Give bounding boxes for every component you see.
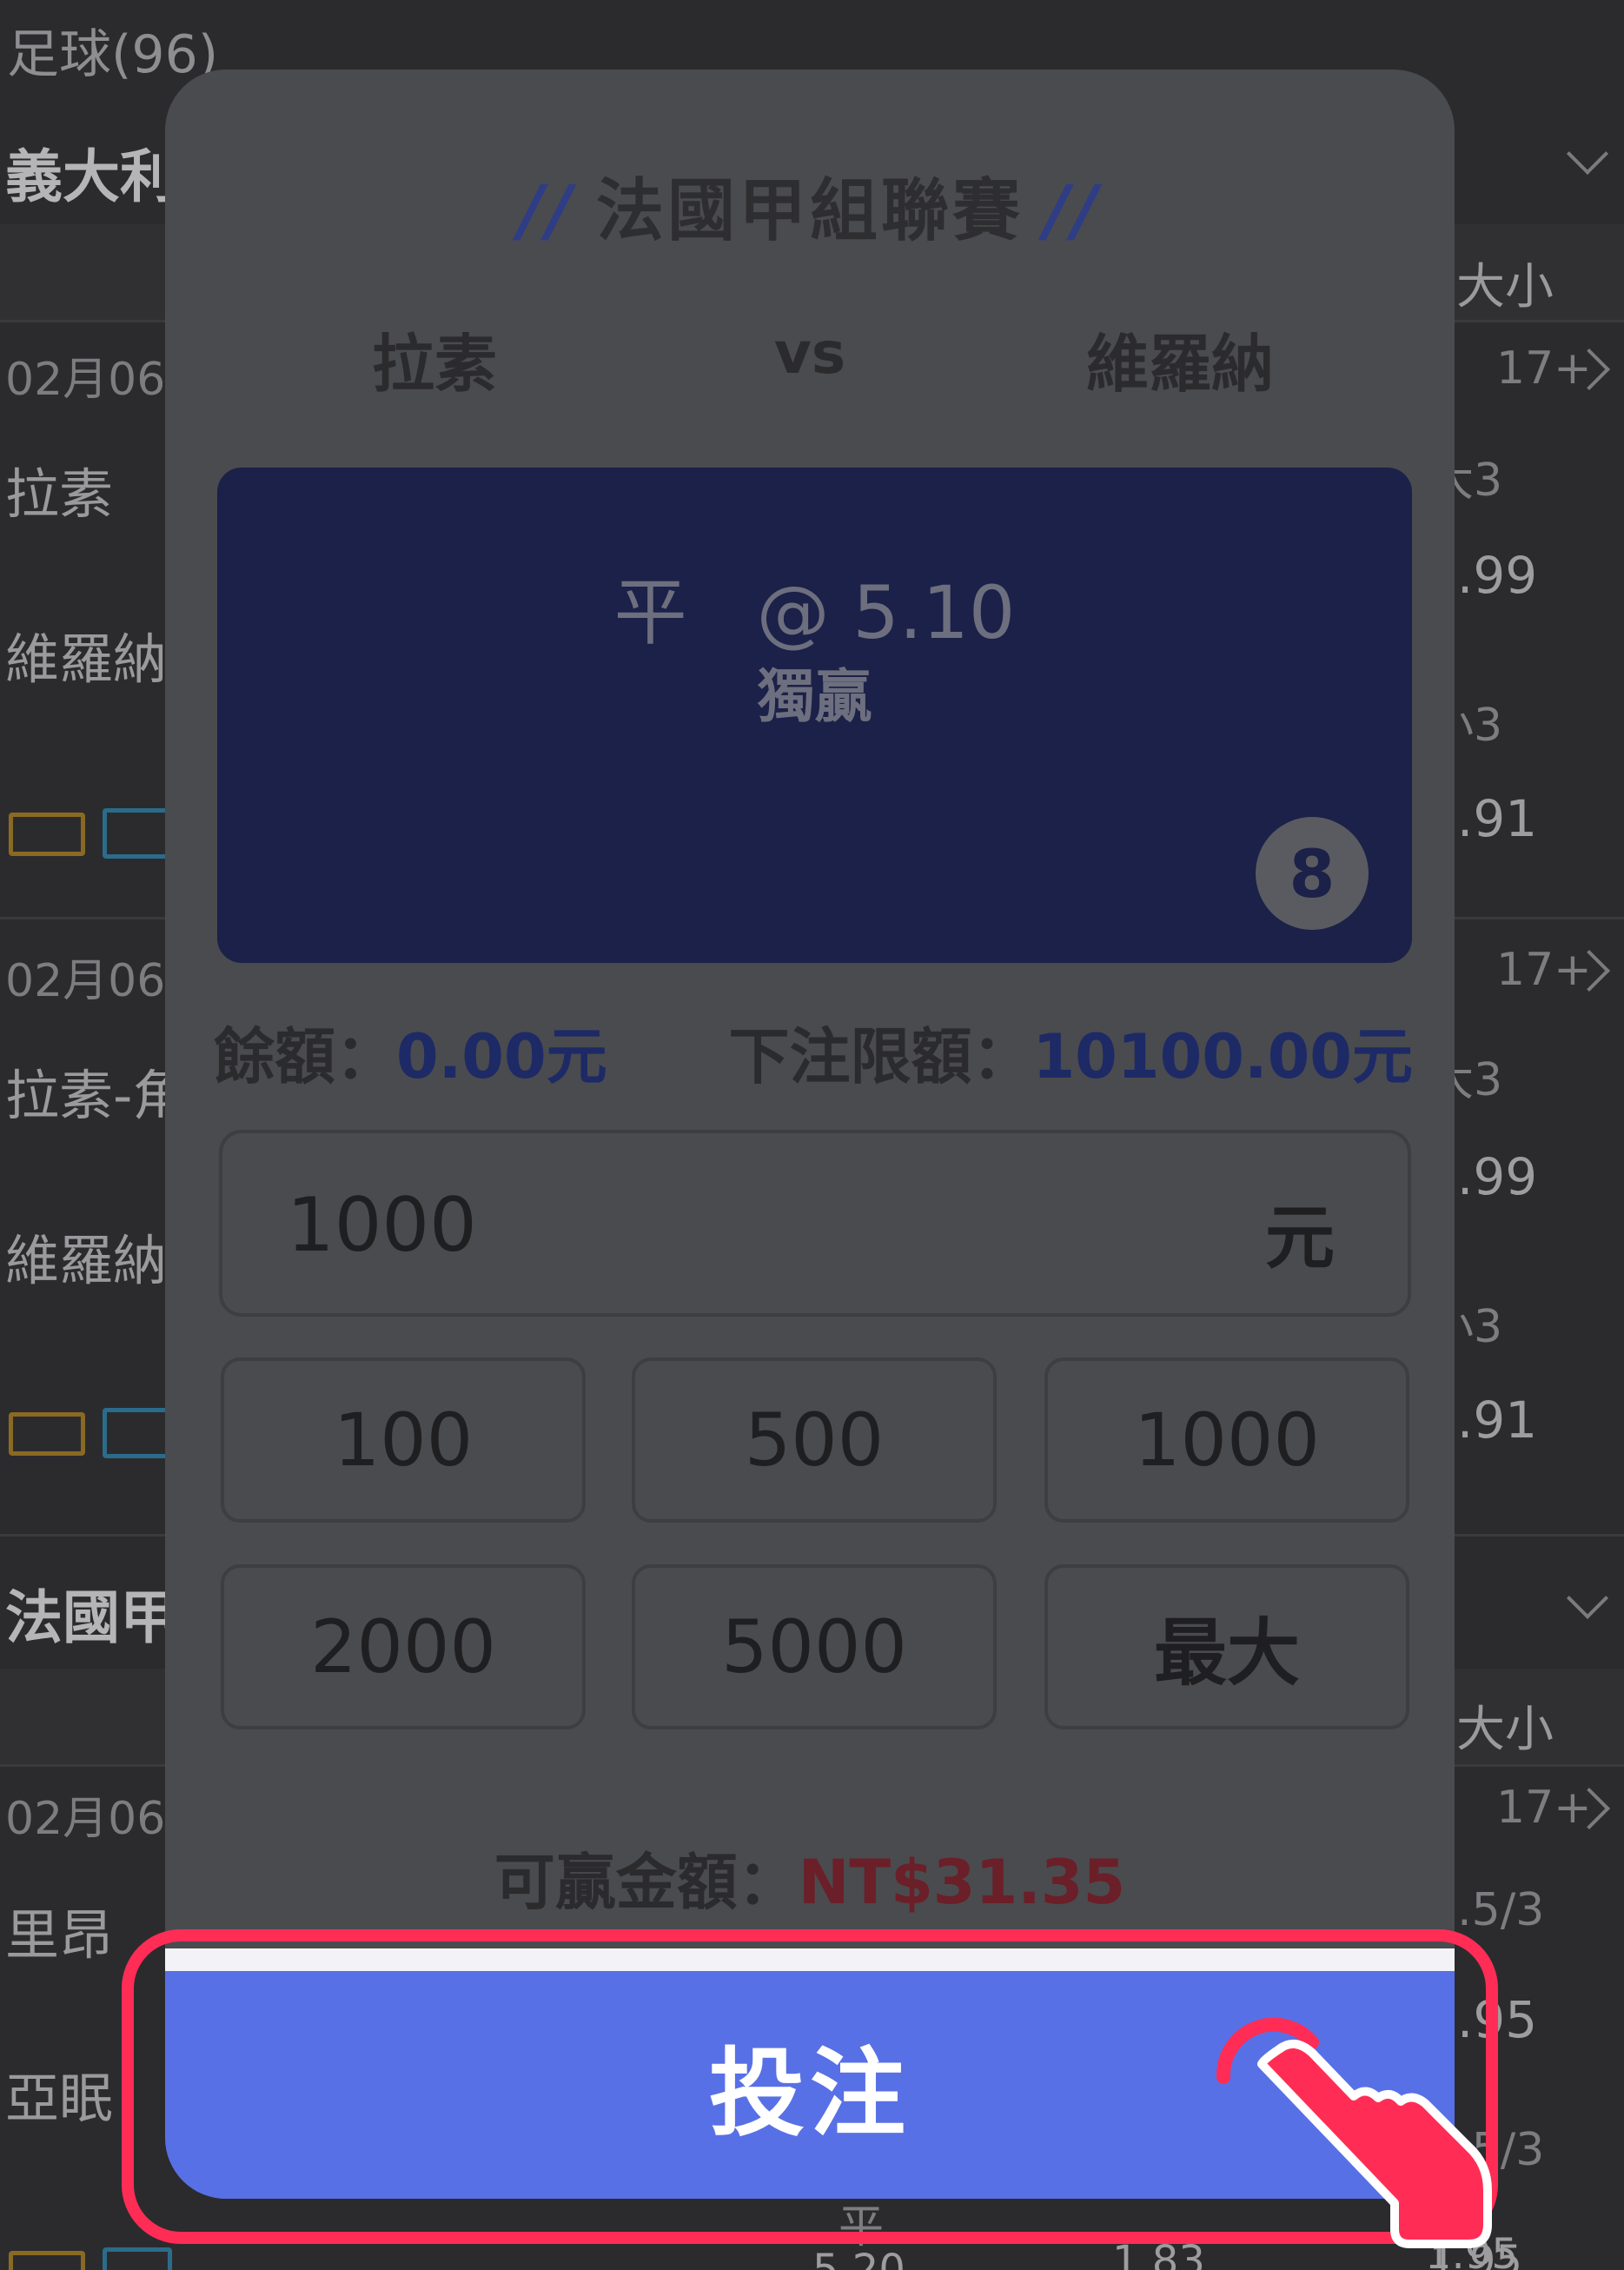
away-team[interactable]: 亞眠: [5, 2054, 113, 2133]
chevron-down-icon[interactable]: [1566, 1576, 1609, 1620]
live-tv-icon[interactable]: [103, 1408, 172, 1458]
quick-amount-button[interactable]: 500: [632, 1357, 997, 1523]
stake-value[interactable]: 1000: [287, 1182, 477, 1269]
selection-odds: @ 5.10: [756, 570, 1016, 655]
home-team[interactable]: 拉素-角: [5, 1052, 186, 1130]
quick-amount-button[interactable]: 2000: [221, 1564, 586, 1729]
potential-win: 可贏金額：NT$31.35: [165, 1834, 1455, 1922]
category-title: 足球(96): [7, 24, 219, 85]
count-badge: 8: [1256, 817, 1369, 930]
tap-hand-icon: [1216, 2017, 1492, 2248]
market-type: 獨贏: [757, 663, 872, 730]
selection-name: 平: [613, 570, 687, 655]
away-team-name: 維羅納: [1085, 328, 1274, 401]
home-team[interactable]: 拉素: [5, 450, 113, 528]
section-title[interactable]: 法國甲: [5, 1571, 177, 1655]
field-icon[interactable]: [9, 1412, 85, 1456]
live-tv-icon[interactable]: [103, 808, 172, 859]
league-name: 法國甲組聯賽: [595, 172, 1024, 250]
match-date: 02月06: [5, 354, 166, 406]
stake-unit: 元: [1265, 1198, 1335, 1278]
match-date: 02月06: [5, 955, 166, 1007]
selection-card: 平 @ 5.10 獨贏 8: [217, 468, 1412, 963]
balance-label: 餘額：: [214, 1021, 396, 1092]
match-date: 02月06: [5, 1793, 166, 1845]
selection-line: 平 @ 5.10: [217, 554, 1412, 660]
home-team[interactable]: 里昂: [5, 1891, 113, 1969]
section-title[interactable]: 義大利: [5, 130, 177, 214]
live-tv-icon[interactable]: [103, 2247, 172, 2270]
balance: 餘額：0.00元: [214, 1008, 607, 1096]
league-deco-right: //: [1044, 172, 1101, 250]
balance-value: 0.00元: [396, 1021, 607, 1092]
quick-amount-button[interactable]: 5000: [632, 1564, 997, 1729]
field-icon[interactable]: [9, 2251, 85, 2270]
quick-amount-button[interactable]: 100: [221, 1357, 586, 1523]
potential-win-label: 可贏金額：: [494, 1847, 799, 1918]
column-header: 大小: [1456, 1702, 1554, 1758]
league-deco-left: //: [519, 172, 575, 250]
away-team[interactable]: 維羅納: [5, 615, 167, 694]
field-icon[interactable]: [9, 813, 85, 856]
away-team[interactable]: 維羅納: [5, 1217, 167, 1295]
league-title: // 法國甲組聯賽 //: [165, 156, 1455, 254]
max-amount-button[interactable]: 最大: [1044, 1564, 1409, 1729]
bet-slip-modal: //法國甲組聯賽// 拉素 vs 維羅納 平 @ 5.10 獨贏 8 餘額：0.0…: [165, 70, 1455, 2199]
bet-limit: 下注限額：10100.00元: [728, 1008, 1413, 1096]
bet-limit-value: 10100.00元: [1032, 1021, 1413, 1092]
chevron-down-icon[interactable]: [1566, 132, 1609, 176]
stake-input[interactable]: 1000 元: [219, 1130, 1411, 1317]
odds-value[interactable]: 5.20: [812, 2246, 905, 2270]
bet-limit-label: 下注限額：: [728, 1021, 1033, 1092]
potential-win-value: NT$31.35: [798, 1847, 1126, 1918]
quick-amount-button[interactable]: 1000: [1044, 1357, 1409, 1523]
column-header: 大小: [1456, 259, 1554, 315]
